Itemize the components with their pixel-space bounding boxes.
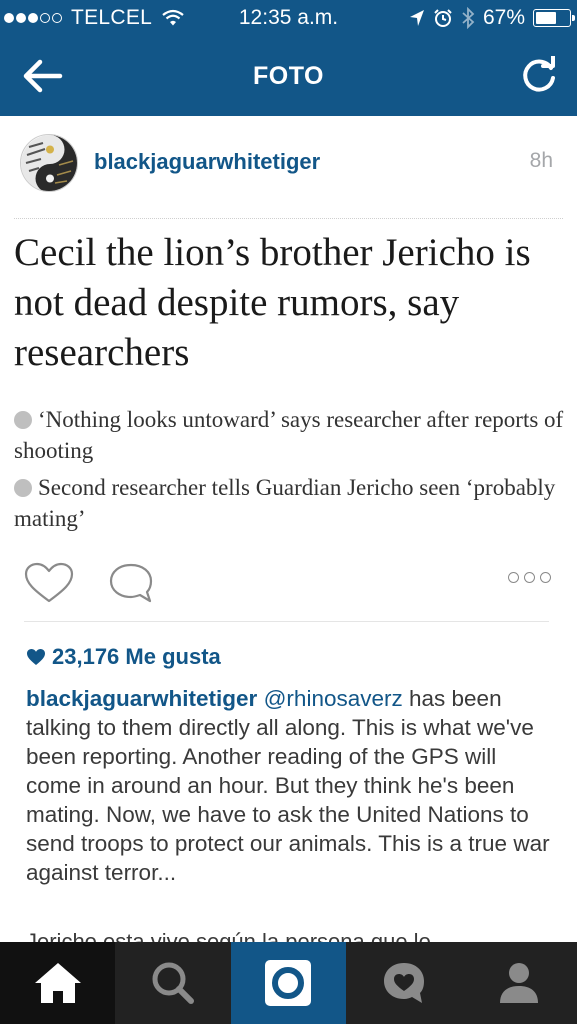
alarm-icon [434, 9, 452, 27]
heart-icon[interactable] [24, 562, 74, 604]
post-username[interactable]: blackjaguarwhitetiger [94, 149, 320, 175]
nav-bar: FOTO [0, 38, 577, 116]
likes-count[interactable]: 23,176 Me gusta [26, 644, 221, 670]
photo-bullet: ‘Nothing looks untoward’ says researcher… [14, 404, 569, 466]
status-bar: TELCEL 12:35 a.m. 67% [0, 0, 577, 38]
caption-mention[interactable]: @rhinosaverz [264, 686, 403, 711]
bluetooth-icon [462, 7, 475, 29]
home-icon [34, 963, 81, 1003]
photo-bullet-text: ‘Nothing looks untoward’ says researcher… [14, 407, 564, 463]
divider [24, 621, 549, 622]
tab-home[interactable] [0, 942, 116, 1024]
post-caption: blackjaguarwhitetiger @rhinosaverz has b… [26, 684, 556, 887]
refresh-icon[interactable] [519, 56, 559, 96]
bottom-tab-bar [0, 942, 577, 1024]
photo-bullets: ‘Nothing looks untoward’ says researcher… [14, 404, 569, 540]
battery-icon [533, 9, 575, 27]
likes-label: 23,176 Me gusta [52, 644, 221, 669]
tab-profile[interactable] [462, 942, 577, 1024]
search-icon [152, 962, 195, 1004]
tab-activity[interactable] [346, 942, 461, 1024]
photo-bullet-text: Second researcher tells Guardian Jericho… [14, 475, 556, 531]
page-title: FOTO [253, 62, 324, 90]
filled-heart-icon [27, 649, 45, 665]
yin-yang-avatar-image [21, 135, 77, 191]
post-timestamp: 8h [529, 149, 553, 172]
caption-text: has been talking to them directly all al… [26, 686, 550, 885]
bullet-dot-icon [14, 479, 32, 497]
profile-icon [500, 963, 539, 1003]
bullet-dot-icon [14, 411, 32, 429]
photo-divider [14, 218, 563, 219]
tab-camera[interactable] [230, 942, 347, 1024]
top-header: TELCEL 12:35 a.m. 67% FOTO [0, 0, 577, 116]
post-header: blackjaguarwhitetiger 8h [0, 116, 577, 216]
post-photo[interactable]: Cecil the lion’s brother Jericho is not … [0, 216, 577, 546]
next-caption-partial: Jericho esta vivo según la persona que l… [26, 929, 431, 942]
caption-username[interactable]: blackjaguarwhitetiger [26, 686, 257, 711]
status-right: 67% [409, 6, 575, 30]
photo-headline: Cecil the lion’s brother Jericho is not … [14, 231, 531, 374]
comment-bubble-icon[interactable] [108, 562, 154, 604]
post-actions [0, 548, 577, 624]
avatar[interactable] [20, 134, 78, 192]
more-options-icon[interactable] [503, 572, 551, 583]
tab-search[interactable] [115, 942, 230, 1024]
photo-bullet: Second researcher tells Guardian Jericho… [14, 472, 569, 534]
location-arrow-icon [409, 10, 424, 26]
battery-percent: 67% [482, 6, 525, 29]
camera-icon [265, 960, 312, 1006]
activity-icon [383, 963, 424, 1003]
